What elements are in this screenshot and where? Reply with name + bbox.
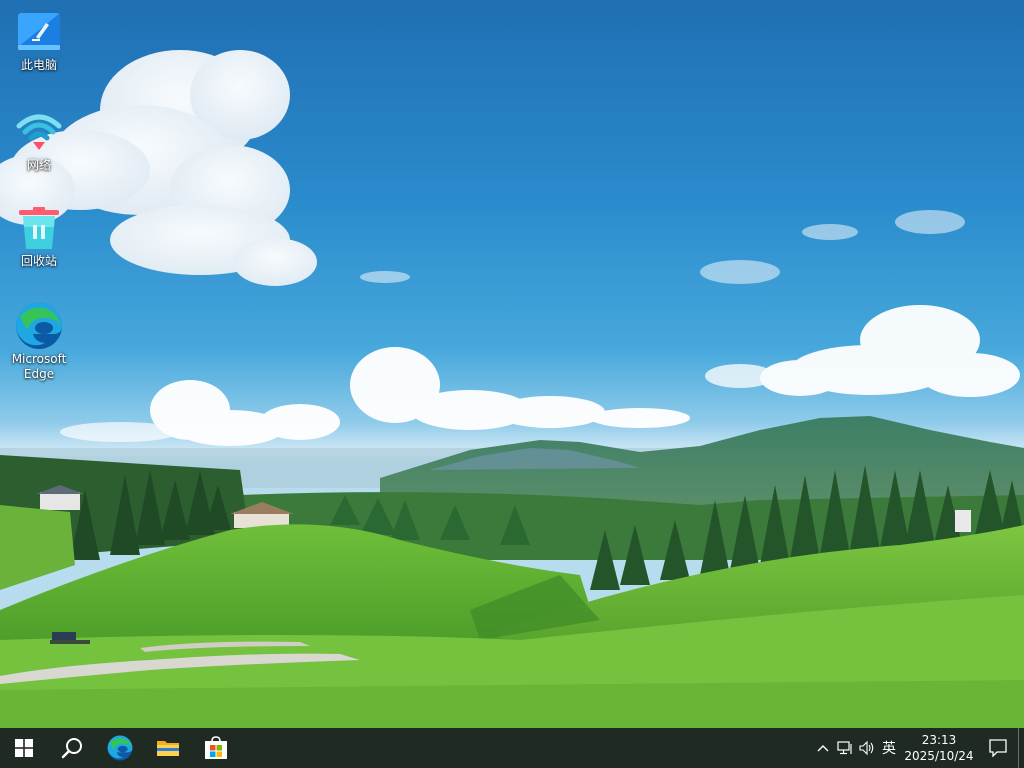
system-tray: 英 23:13 2025/10/24 <box>812 728 1024 768</box>
chevron-up-icon <box>817 745 829 752</box>
windows-logo-icon <box>15 739 33 757</box>
file-explorer-button[interactable] <box>144 728 192 768</box>
taskbar-edge-button[interactable] <box>96 728 144 768</box>
edge-icon <box>107 735 133 761</box>
desktop-icon-recycle-bin[interactable]: 回收站 <box>4 204 74 269</box>
folder-icon <box>157 741 179 756</box>
notification-icon <box>989 739 1007 757</box>
desktop-icon-label: 回收站 <box>20 254 57 268</box>
desktop-icon-this-pc[interactable]: 此电脑 <box>4 8 74 73</box>
taskbar: 英 23:13 2025/10/24 <box>0 728 1024 768</box>
desktop-icon-label: 网络 <box>26 158 51 172</box>
clock[interactable]: 23:13 2025/10/24 <box>900 728 978 768</box>
clock-date: 2025/10/24 <box>904 749 974 763</box>
start-button[interactable] <box>0 728 48 768</box>
input-method-indicator[interactable]: 英 <box>878 728 900 768</box>
desktop-icon-label: Microsoft Edge <box>11 352 67 381</box>
network-icon <box>15 108 63 156</box>
search-icon <box>61 738 82 759</box>
show-desktop-button[interactable] <box>1018 728 1024 768</box>
action-center-button[interactable] <box>978 728 1018 768</box>
show-hidden-icons-button[interactable] <box>812 728 834 768</box>
store-icon <box>205 736 227 759</box>
volume-button[interactable] <box>856 728 878 768</box>
desktop-icon-edge[interactable]: Microsoft Edge <box>4 302 74 382</box>
edge-icon <box>15 302 63 350</box>
desktop-icon-network[interactable]: 网络 <box>4 108 74 173</box>
network-icon <box>837 741 852 755</box>
clock-time: 23:13 <box>921 733 957 747</box>
recycle-bin-icon <box>15 204 63 252</box>
computer-icon <box>15 8 63 56</box>
volume-icon <box>859 741 874 755</box>
network-status-button[interactable] <box>834 728 856 768</box>
search-button[interactable] <box>48 728 96 768</box>
desktop-wallpaper <box>0 0 1024 728</box>
desktop-icon-label: 此电脑 <box>20 58 57 72</box>
store-button[interactable] <box>192 728 240 768</box>
